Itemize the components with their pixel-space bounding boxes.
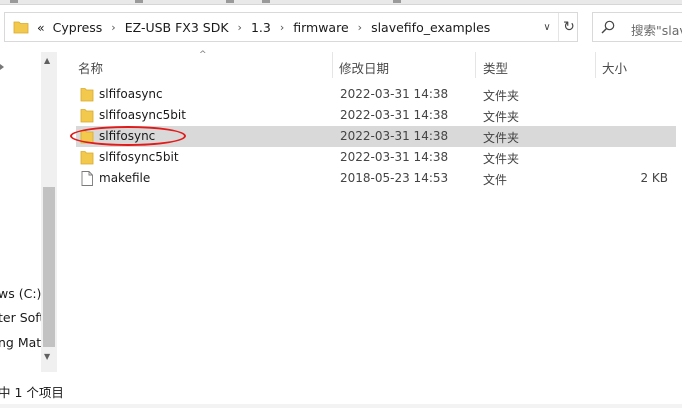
nav-scrollbar[interactable]: ▲ ▼ [41,52,57,372]
scroll-up-icon[interactable]: ▲ [44,56,50,65]
breadcrumb-cypress[interactable]: Cypress [49,20,107,35]
chevron-right-icon[interactable]: › [275,21,289,34]
column-header-size-label: 大小 [602,61,628,76]
chevron-right-icon[interactable] [0,64,4,70]
top-edge-mark [393,0,401,3]
table-row[interactable]: makefile 2018-05-23 14:53 文件 2 KB [76,168,676,189]
file-type: 文件夹 [483,110,520,124]
search-placeholder[interactable]: 搜索"slav [631,20,682,39]
search-icon [601,20,615,34]
file-size: 2 KB [640,171,668,185]
top-edge-mark [226,0,234,3]
folder-icon [80,109,94,123]
file-type: 文件夹 [483,131,520,145]
table-row[interactable]: slfifoasync 2022-03-31 14:38 文件夹 [76,84,676,105]
breadcrumb-slavefifo-examples[interactable]: slavefifo_examples [367,20,494,35]
folder-icon [80,88,94,102]
chevron-right-icon[interactable]: › [353,21,367,34]
top-edge-mark [10,0,18,3]
file-list: slfifoasync 2022-03-31 14:38 文件夹 slfifoa… [76,84,676,189]
folder-icon [80,151,94,165]
folder-icon [13,21,29,34]
file-type: 文件夹 [483,152,520,166]
folder-icon [80,130,94,144]
top-edge-mark [262,0,270,3]
column-divider[interactable] [332,52,333,78]
file-name: slfifoasync [99,87,163,101]
column-header-type-label: 类型 [483,61,509,76]
breadcrumb: « Cypress › EZ-USB FX3 SDK › 1.3 › firmw… [33,13,494,41]
breadcrumb-version[interactable]: 1.3 [247,20,275,35]
breadcrumb-overflow[interactable]: « [33,20,49,35]
file-date: 2022-03-31 14:38 [340,87,449,101]
scrollbar-thumb[interactable] [43,187,55,347]
window-bottom-edge [0,404,682,408]
address-bar[interactable]: « Cypress › EZ-USB FX3 SDK › 1.3 › firmw… [4,12,578,42]
window-top-edge [0,0,682,5]
column-header-date[interactable]: 修改日期 [339,52,474,78]
column-header-name-label: 名称 [78,61,104,76]
scroll-down-icon[interactable]: ▼ [44,352,50,361]
table-row-selected[interactable]: slfifosync 2022-03-31 14:38 文件夹 [76,126,676,147]
column-divider[interactable] [475,52,476,78]
refresh-icon[interactable]: ↻ [558,13,579,41]
column-header-date-label: 修改日期 [339,61,390,76]
file-name: slfifosync [99,129,156,143]
search-box[interactable]: 搜索"slav [592,12,682,42]
file-type: 文件 [483,173,508,187]
chevron-right-icon[interactable]: › [106,21,120,34]
status-bar-text: 中 1 个项目 [0,385,64,400]
file-date: 2018-05-23 14:53 [340,171,449,185]
column-header-type[interactable]: 类型 [483,52,593,78]
file-name: slfifoasync5bit [99,108,186,122]
top-edge-mark [135,0,143,3]
chevron-right-icon[interactable]: › [233,21,247,34]
table-row[interactable]: slfifosync5bit 2022-03-31 14:38 文件夹 [76,147,676,168]
column-divider[interactable] [595,52,596,78]
column-header-name[interactable]: 名称 [78,52,332,78]
file-date: 2022-03-31 14:38 [340,150,449,164]
file-name: makefile [99,171,151,185]
column-header-size[interactable]: 大小 [602,52,678,78]
file-icon [81,171,93,186]
chevron-down-icon[interactable]: ∨ [537,13,557,41]
nav-item-drive-c[interactable]: ws (C:) [0,286,41,301]
file-name: slfifosync5bit [99,150,179,164]
breadcrumb-sdk[interactable]: EZ-USB FX3 SDK [121,20,233,35]
nav-item-ter-soft[interactable]: ter Soft [0,310,44,325]
file-date: 2022-03-31 14:38 [340,129,449,143]
file-type: 文件夹 [483,89,520,103]
file-date: 2022-03-31 14:38 [340,108,449,122]
table-row[interactable]: slfifoasync5bit 2022-03-31 14:38 文件夹 [76,105,676,126]
breadcrumb-firmware[interactable]: firmware [289,20,352,35]
